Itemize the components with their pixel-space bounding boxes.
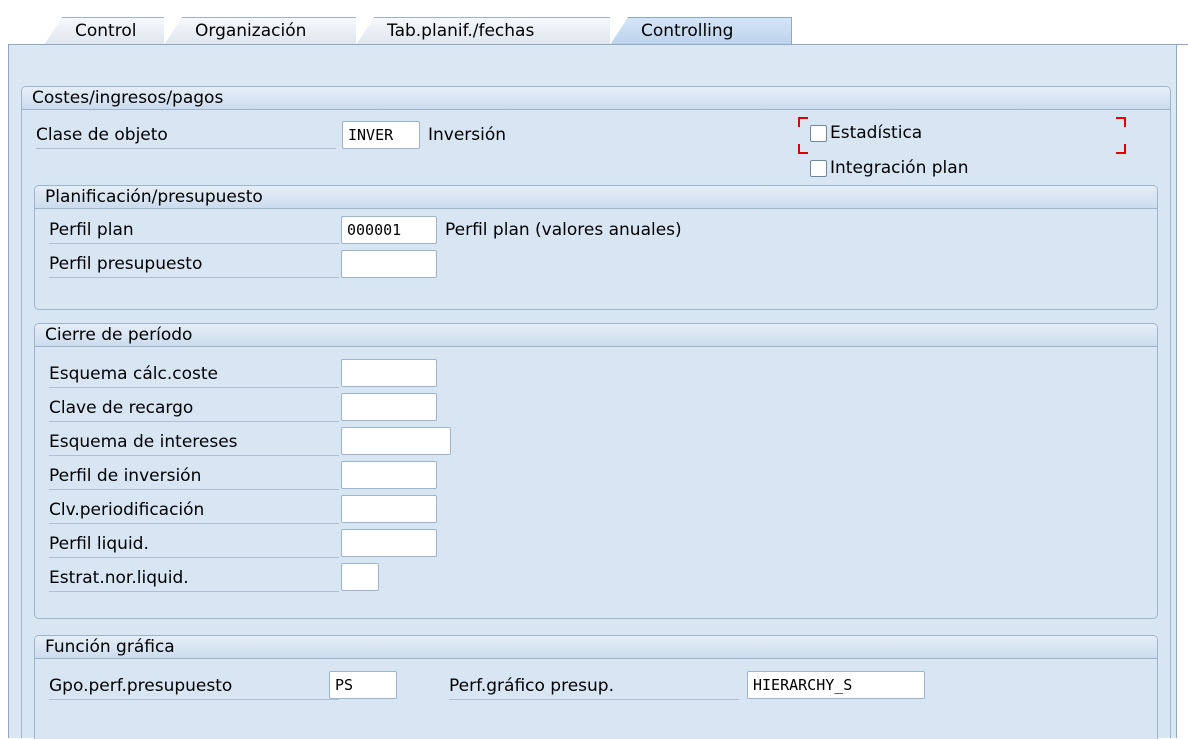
perfil-plan-underline xyxy=(49,243,339,244)
perf-grafico-underline xyxy=(449,699,739,700)
esquema-calc-coste-field[interactable] xyxy=(341,359,437,387)
focus-marker xyxy=(798,117,808,127)
clave-recargo-label: Clave de recargo xyxy=(49,398,194,418)
controlling-page: Costes/ingresos/pagos Clase de objeto IN… xyxy=(8,45,1177,739)
group-funcion-grafica: Función gráfica Gpo.perf.presupuesto PS … xyxy=(34,635,1158,739)
row-underline xyxy=(49,489,339,490)
tab-controlling[interactable]: Controlling xyxy=(610,17,792,45)
row-underline xyxy=(49,387,339,388)
esquema-calc-coste-label: Esquema cálc.coste xyxy=(49,364,218,384)
perf-grafico-presup-field[interactable]: HIERARCHY_S xyxy=(747,671,925,699)
tab-control[interactable]: Control xyxy=(44,17,172,45)
clv-periodificacion-field[interactable] xyxy=(341,495,437,523)
gpo-perf-presupuesto-field[interactable]: PS xyxy=(329,671,397,699)
clase-objeto-underline xyxy=(36,148,336,149)
row-underline xyxy=(49,591,339,592)
perfil-plan-desc: Perfil plan (valores anuales) xyxy=(445,220,682,240)
esquema-intereses-field[interactable] xyxy=(341,427,451,455)
integracion-plan-label: Integración plan xyxy=(830,158,969,178)
group-cierre-title: Cierre de período xyxy=(35,324,1157,347)
integracion-plan-checkbox[interactable] xyxy=(810,160,827,177)
perfil-plan-field[interactable]: 000001 xyxy=(341,216,437,244)
focus-marker xyxy=(1116,117,1126,127)
perfil-inversion-label: Perfil de inversión xyxy=(49,466,202,486)
perfil-presupuesto-label: Perfil presupuesto xyxy=(49,254,203,274)
group-costes-ingresos-pagos: Costes/ingresos/pagos Clase de objeto IN… xyxy=(21,86,1171,739)
tab-control-label: Control xyxy=(75,21,137,41)
estadistica-checkbox[interactable] xyxy=(810,125,827,142)
perfil-plan-label: Perfil plan xyxy=(49,220,134,240)
tab-strip: Control Organización Tab.planif./fechas … xyxy=(0,0,1188,48)
tab-planif-fechas-label: Tab.planif./fechas xyxy=(387,21,535,41)
estadistica-label: Estadística xyxy=(830,123,923,143)
tab-controlling-label: Controlling xyxy=(641,21,734,41)
perfil-liquid-field[interactable] xyxy=(341,529,437,557)
focus-marker xyxy=(1116,144,1126,154)
tab-organizacion-label: Organización xyxy=(195,21,307,41)
esquema-intereses-label: Esquema de intereses xyxy=(49,432,238,452)
perf-grafico-presup-label: Perf.gráfico presup. xyxy=(449,676,614,696)
clase-objeto-desc: Inversión xyxy=(428,125,507,145)
clase-objeto-field[interactable]: INVER xyxy=(342,121,420,149)
perfil-presupuesto-underline xyxy=(49,277,339,278)
group-planificacion-title: Planificación/presupuesto xyxy=(35,186,1157,209)
row-underline xyxy=(49,455,339,456)
tab-organizacion[interactable]: Organización xyxy=(164,17,364,45)
estrat-nor-liquid-field[interactable] xyxy=(341,563,379,591)
clave-recargo-field[interactable] xyxy=(341,393,437,421)
gpo-underline xyxy=(49,699,339,700)
focus-marker xyxy=(798,144,808,154)
clase-objeto-label: Clase de objeto xyxy=(36,125,168,145)
row-underline xyxy=(49,421,339,422)
group-costes-title: Costes/ingresos/pagos xyxy=(22,87,1170,110)
clv-periodificacion-label: Clv.periodificación xyxy=(49,500,205,520)
group-cierre-periodo: Cierre de período Esquema cálc.coste Cla… xyxy=(34,323,1158,619)
estrat-nor-liquid-label: Estrat.nor.liquid. xyxy=(49,568,189,588)
row-underline xyxy=(49,523,339,524)
perfil-inversion-field[interactable] xyxy=(341,461,437,489)
row-underline xyxy=(49,557,339,558)
group-grafica-title: Función gráfica xyxy=(35,636,1157,659)
tab-planif-fechas[interactable]: Tab.planif./fechas xyxy=(356,17,618,45)
group-planificacion-presupuesto: Planificación/presupuesto Perfil plan 00… xyxy=(34,185,1158,310)
perfil-liquid-label: Perfil liquid. xyxy=(49,534,149,554)
gpo-perf-presupuesto-label: Gpo.perf.presupuesto xyxy=(49,676,233,696)
perfil-presupuesto-field[interactable] xyxy=(341,250,437,278)
